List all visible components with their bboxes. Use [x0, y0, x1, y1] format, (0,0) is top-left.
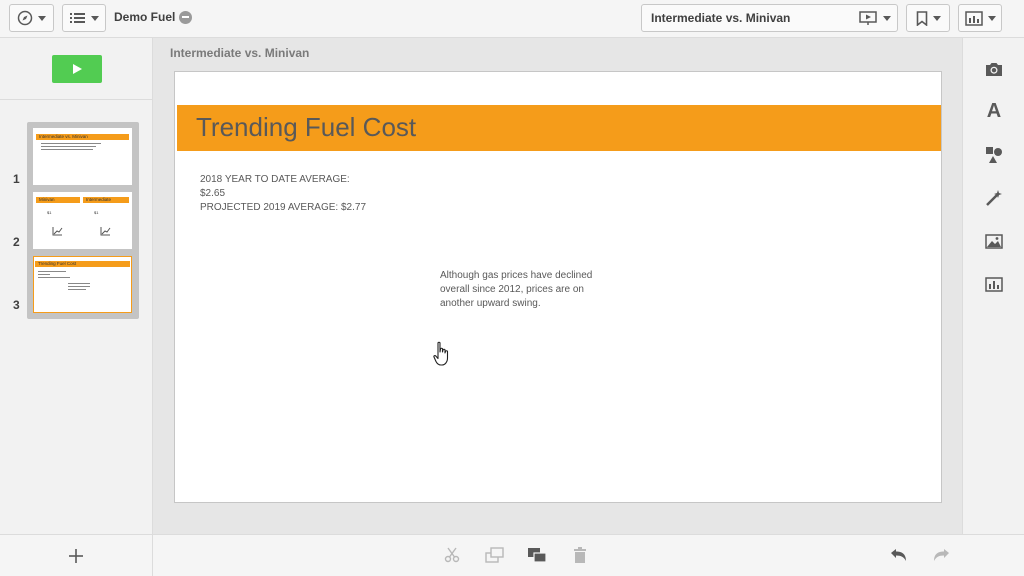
thumbnail-text-line	[68, 286, 90, 287]
sheet-chart-icon	[964, 10, 983, 26]
global-menu-button[interactable]	[62, 4, 106, 32]
app-title: Demo Fuel	[114, 10, 193, 24]
chevron-down-icon	[90, 15, 99, 21]
slide-thumbnail-title-right: Intermediate	[83, 197, 129, 203]
note-text-block[interactable]: Although gas prices have declined overal…	[440, 269, 610, 311]
title-banner[interactable]: Trending Fuel Cost	[177, 105, 941, 151]
shapes-icon[interactable]	[983, 144, 1005, 166]
image-icon[interactable]	[983, 230, 1005, 252]
paste-icon[interactable]	[526, 544, 548, 566]
thumbnail-value: $1	[47, 210, 52, 215]
sheet-selector-label: Intermediate vs. Minivan	[651, 11, 791, 25]
top-toolbar: Demo Fuel Intermediate vs. Minivan	[0, 0, 1024, 38]
presentation-icon[interactable]	[859, 10, 877, 26]
thumbnail-value: $1	[94, 210, 99, 215]
effects-icon[interactable]	[983, 187, 1005, 209]
add-slide-button[interactable]	[0, 535, 153, 576]
status-icon[interactable]	[179, 10, 193, 24]
hand-cursor-icon	[433, 341, 449, 366]
app-title-text: Demo Fuel	[114, 10, 176, 24]
avg-line: PROJECTED 2019 AVERAGE: $2.77	[200, 202, 367, 213]
chart-icon[interactable]	[983, 273, 1005, 295]
thumbnail-text-line	[68, 283, 90, 284]
bookmark-icon	[916, 10, 927, 26]
thumbnail-text-line	[41, 146, 96, 147]
thumbnail-text-line	[38, 271, 66, 272]
list-icon	[69, 13, 85, 23]
bottom-toolbar	[0, 534, 1024, 576]
thumbnail-text-line	[68, 289, 86, 290]
slide-thumbnail-2[interactable]: Minivan Intermediate $1 $1	[33, 192, 132, 249]
delete-icon[interactable]	[569, 544, 591, 566]
compass-icon	[17, 10, 33, 26]
slide-thumbnail-title-left: Minivan	[36, 197, 80, 203]
play-button[interactable]	[52, 55, 102, 83]
text-glyph: A	[986, 99, 1002, 122]
chevron-down-icon[interactable]	[883, 15, 891, 21]
undo-icon[interactable]	[888, 544, 910, 566]
line-chart-icon	[100, 227, 111, 236]
chevron-down-icon	[38, 15, 46, 21]
slide-title: Trending Fuel Cost	[196, 112, 417, 142]
divider	[0, 99, 152, 100]
sheet-selector[interactable]: Intermediate vs. Minivan	[641, 4, 898, 32]
avg-line: $2.65	[200, 188, 226, 199]
thumbnail-text-line	[38, 277, 70, 278]
slide-number-3: 3	[13, 298, 20, 312]
slide-panel: Intermediate vs. Minivan Minivan Interme…	[0, 38, 153, 534]
cut-icon[interactable]	[441, 544, 463, 566]
bookmarks-button[interactable]	[906, 4, 950, 32]
slide-thumbnail-list: Intermediate vs. Minivan Minivan Interme…	[27, 122, 139, 319]
thumbnail-text-line	[38, 274, 50, 275]
slide-thumbnail-3[interactable]: Trending Fuel Cost	[33, 256, 132, 313]
avg-line: 2018 YEAR TO DATE AVERAGE:	[200, 174, 350, 185]
slide-thumbnail-title: Intermediate vs. Minivan	[36, 134, 129, 140]
average-text-block[interactable]: 2018 YEAR TO DATE AVERAGE: $2.65 PROJECT…	[200, 173, 400, 215]
slide-number-2: 2	[13, 235, 20, 249]
slide-thumbnail-1[interactable]: Intermediate vs. Minivan	[33, 128, 132, 185]
chevron-down-icon	[932, 15, 941, 21]
text-icon[interactable]: A	[983, 100, 1005, 122]
redo-icon[interactable]	[930, 544, 952, 566]
slide-thumbnail-title: Trending Fuel Cost	[35, 261, 130, 267]
navigation-menu-button[interactable]	[9, 4, 54, 32]
camera-icon[interactable]	[983, 58, 1005, 80]
plus-icon	[69, 548, 83, 563]
chevron-down-icon	[987, 15, 996, 21]
slide-canvas[interactable]: Trending Fuel Cost 2018 YEAR TO DATE AVE…	[174, 71, 942, 503]
thumbnail-text-line	[41, 149, 93, 150]
line-chart-icon	[52, 227, 63, 236]
thumbnail-text-line	[41, 143, 101, 144]
copy-icon[interactable]	[484, 544, 506, 566]
slide-number-1: 1	[13, 172, 20, 186]
play-icon	[73, 64, 82, 74]
sheets-button[interactable]	[958, 4, 1002, 32]
sheet-label: Intermediate vs. Minivan	[170, 46, 310, 60]
object-panel: A	[962, 38, 1024, 534]
